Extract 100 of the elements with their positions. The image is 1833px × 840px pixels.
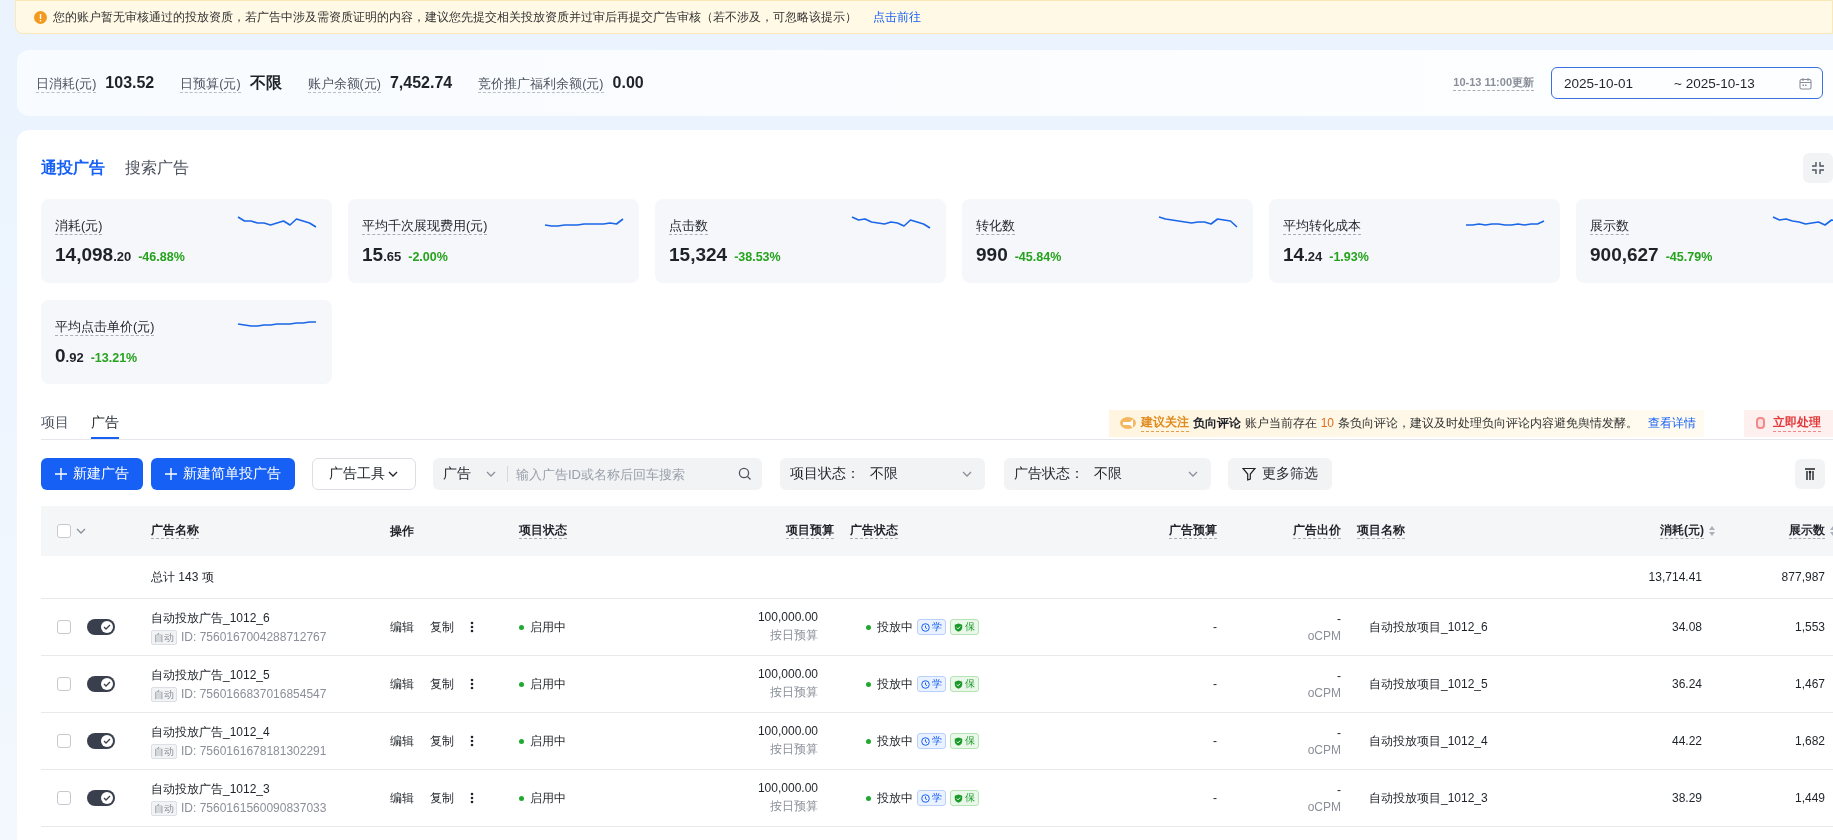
metric-card[interactable]: 点击数 15,324 -38.53% [655, 199, 946, 283]
toggle-switch[interactable] [87, 619, 115, 635]
search-field[interactable]: 广告 输入广告ID或名称后回车搜索 [433, 458, 762, 490]
checkbox[interactable] [57, 620, 71, 634]
sort-icon [1708, 525, 1716, 537]
alert-link[interactable]: 查看详情 [1648, 414, 1696, 432]
status-filter[interactable]: 广告状态： 不限 [1004, 458, 1211, 490]
more-button[interactable] [470, 621, 474, 633]
budget-type: 按日预算 [770, 741, 818, 758]
column-header[interactable]: 消耗(元) [1660, 523, 1716, 539]
action-link[interactable]: 编辑 [390, 732, 414, 750]
collapse-button[interactable] [1803, 153, 1833, 183]
column-header[interactable]: 操作 [390, 522, 414, 540]
stat-label: 账户余额(元) [307, 76, 381, 93]
ad-status: 投放中 [877, 732, 913, 750]
ad-status: 投放中 [877, 789, 913, 807]
new-ad-button[interactable]: 新建简单投广告 [151, 458, 295, 490]
column-header[interactable]: 广告状态 [850, 523, 898, 539]
settings-icon [1803, 467, 1817, 481]
metric-value: 900,627 [1590, 244, 1659, 266]
level-tab[interactable]: 广告 [91, 409, 119, 439]
metric-decimals: .65 [383, 249, 402, 264]
total-impressions: 877,987 [1781, 570, 1825, 584]
checkbox[interactable] [57, 524, 71, 538]
column-settings-button[interactable] [1795, 459, 1825, 489]
checkbox[interactable] [57, 791, 71, 805]
shield-icon [954, 793, 963, 803]
metric-change: -13.21% [90, 351, 138, 365]
date-range-field[interactable]: 2025-10-01 ~ 2025-10-13 [1551, 67, 1823, 99]
metric-card[interactable]: 平均千次展现费用(元) 15.65 -2.00% [348, 199, 639, 283]
column-header[interactable]: 项目名称 [1357, 523, 1405, 539]
clock-icon [921, 736, 930, 746]
ad-name: 自动投放广告_1012_4 [151, 723, 270, 741]
bid-type: oCPM [1307, 685, 1341, 700]
metric-value: 990 [976, 244, 1008, 266]
more-filters-button[interactable]: 更多筛选 [1228, 458, 1332, 490]
column-header[interactable]: 广告出价 [1293, 523, 1341, 539]
budget-type: 按日预算 [770, 684, 818, 701]
project-budget: 100,000.00 [757, 724, 818, 738]
project-name: 自动投放项目_1012_5 [1369, 675, 1488, 693]
status-filter[interactable]: 项目状态： 不限 [780, 458, 985, 490]
spend-value: 34.08 [1671, 620, 1702, 634]
more-button[interactable] [470, 735, 474, 747]
ad-tag: 学 [917, 619, 946, 635]
alert-tag: 建议关注 [1140, 414, 1189, 432]
check-icon [102, 793, 112, 803]
toggle-switch[interactable] [87, 676, 115, 692]
action-link[interactable]: 编辑 [390, 675, 414, 693]
action-link[interactable]: 复制 [430, 732, 454, 750]
project-name: 自动投放项目_1012_6 [1369, 618, 1488, 636]
metric-card[interactable]: 转化数 990 -45.84% [962, 199, 1253, 283]
action-link[interactable]: 复制 [430, 789, 454, 807]
level-tab[interactable]: 项目 [41, 409, 69, 439]
metric-value: 0 [55, 345, 66, 367]
spend-value: 44.22 [1671, 734, 1702, 748]
toggle-switch[interactable] [87, 733, 115, 749]
notice-text: 您的账户暂无审核通过的投放资质，若广告中涉及需资质证明的内容，建议您先提交相关投放资质并过审后再提交广告审核（若不涉及，可忽略该提示） [53, 8, 857, 26]
channel-tab[interactable]: 通投广告 [41, 157, 105, 179]
metric-card[interactable]: 消耗(元) 14,098.20 -46.88% [41, 199, 332, 283]
budget-type: 按日预算 [770, 798, 818, 815]
column-header[interactable]: 广告名称 [151, 523, 199, 539]
column-header[interactable]: 广告预算 [1169, 523, 1217, 539]
column-header[interactable]: 项目预算 [786, 523, 834, 539]
stat-label: 日消耗(元) [36, 76, 97, 93]
toggle-switch[interactable] [87, 790, 115, 806]
action-link[interactable]: 复制 [430, 618, 454, 636]
notice-link[interactable]: 点击前往 [873, 8, 921, 26]
search-scope-select[interactable]: 广告 [443, 466, 508, 482]
metric-label: 消耗(元) [55, 219, 103, 235]
ad-status: 投放中 [877, 618, 913, 636]
ad-tag: 学 [917, 676, 946, 692]
more-icon [470, 735, 474, 747]
column-header[interactable]: 展示数 [1789, 523, 1833, 539]
spend-value: 38.29 [1671, 791, 1702, 805]
new-ad-button[interactable]: 新建广告 [41, 458, 143, 490]
metric-label: 展示数 [1590, 219, 1629, 235]
action-link[interactable]: 编辑 [390, 789, 414, 807]
ad-status: 投放中 [877, 675, 913, 693]
project-name: 自动投放项目_1012_3 [1369, 789, 1488, 807]
action-link[interactable]: 立即处理 [1773, 414, 1821, 432]
channel-tab[interactable]: 搜索广告 [125, 157, 189, 179]
more-button[interactable] [470, 678, 474, 690]
ad-tag: 学 [917, 790, 946, 806]
checkbox[interactable] [57, 677, 71, 691]
ad-tools-dropdown[interactable]: 广告工具 [312, 458, 416, 490]
checkbox[interactable] [57, 734, 71, 748]
bid-value: - [1337, 782, 1341, 797]
more-button[interactable] [470, 792, 474, 804]
metric-value: 15 [362, 244, 384, 266]
metric-card[interactable]: 平均点击单价(元) 0.92 -13.21% [41, 300, 332, 384]
mode-badge: 自动 [151, 686, 177, 702]
metric-card[interactable]: 平均转化成本 14.24 -1.93% [1269, 199, 1560, 283]
action-link[interactable]: 复制 [430, 675, 454, 693]
ad-tag: 保 [950, 790, 979, 806]
action-link[interactable]: 编辑 [390, 618, 414, 636]
project-budget: 100,000.00 [757, 610, 818, 624]
metric-card[interactable]: 展示数 900,627 -45.79% [1576, 199, 1833, 283]
column-header[interactable]: 项目状态 [519, 523, 567, 539]
alert-text: 条负向评论，建议及时处理负向评论内容避免舆情发酵。 [1338, 414, 1638, 432]
metric-decimals: .20 [113, 249, 132, 264]
